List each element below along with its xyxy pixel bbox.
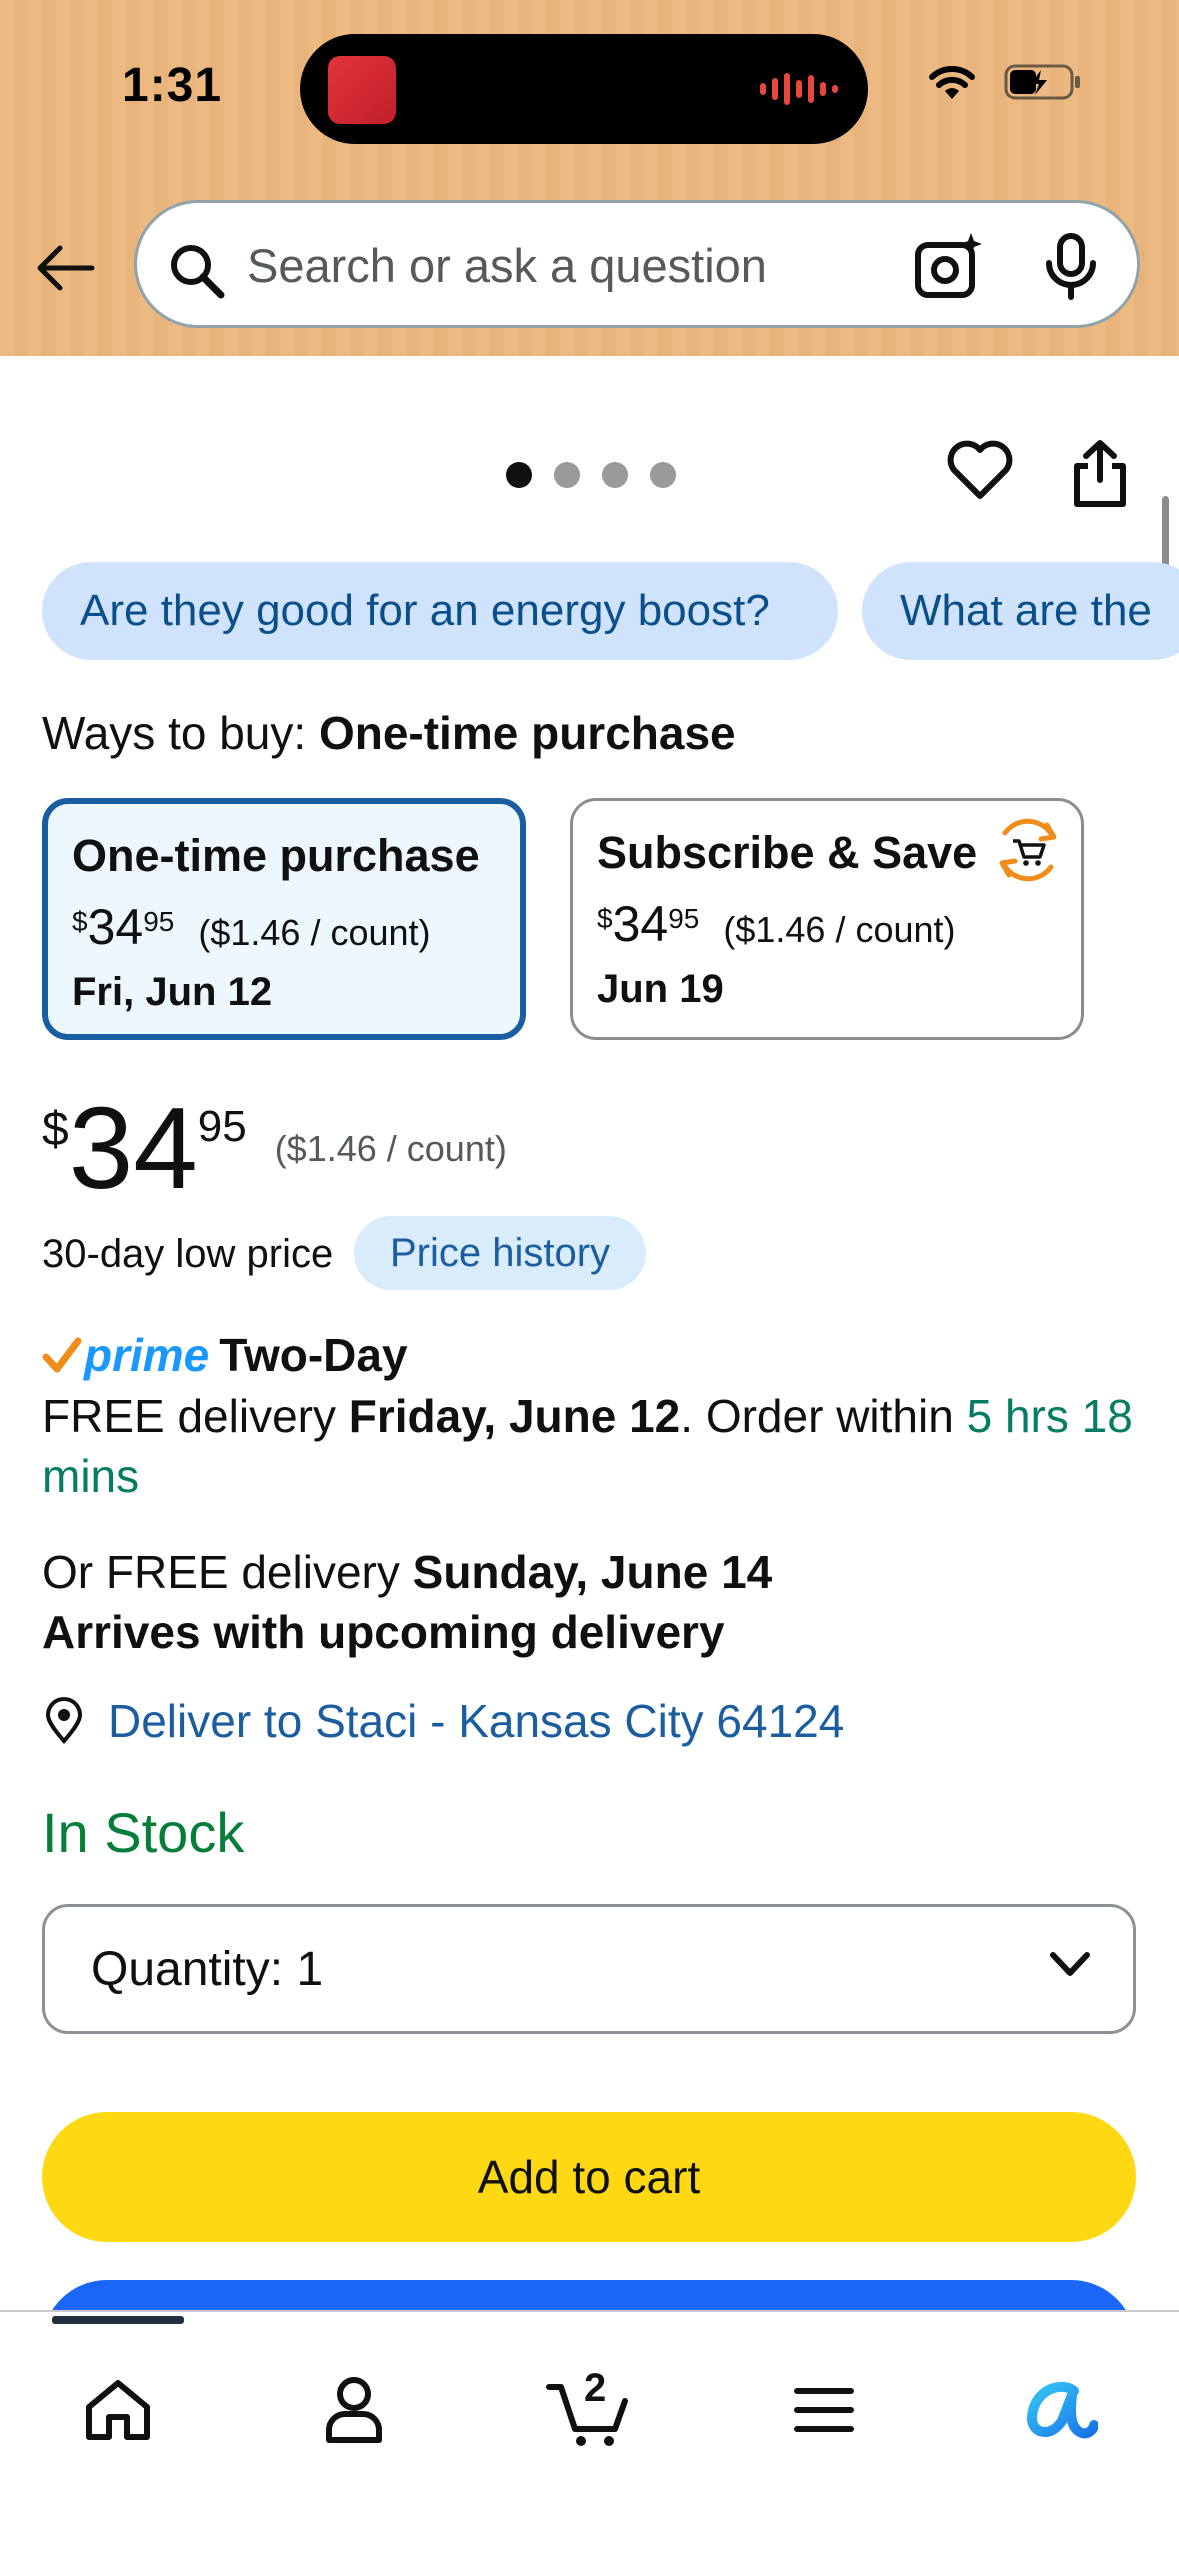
location-pin-icon — [45, 1697, 83, 1745]
unit-price: ($1.46 / count) — [198, 912, 431, 953]
price-fraction: 95 — [668, 903, 700, 934]
chevron-down-icon — [1050, 1952, 1090, 1976]
menu-icon — [794, 2388, 854, 2432]
nav-rufus-assistant[interactable] — [1010, 2360, 1110, 2460]
search-icon — [171, 245, 225, 299]
nav-home[interactable] — [68, 2360, 168, 2460]
price-whole: 34 — [68, 1083, 198, 1213]
price-currency: $ — [597, 903, 613, 934]
rufus-assistant-icon — [1027, 2382, 1098, 2439]
back-button[interactable] — [34, 236, 98, 300]
carousel-dot-active[interactable] — [506, 462, 532, 488]
ways-to-buy-selected: One-time purchase — [318, 707, 736, 759]
delivery-order-within: . Order within — [680, 1390, 967, 1442]
one-time-purchase-option[interactable]: One-time purchase $ 34 95 ($1.46 / count… — [42, 798, 526, 1040]
account-icon — [326, 2377, 382, 2443]
option-delivery-date: Jun 19 — [597, 967, 724, 1011]
now-playing-artwork — [328, 56, 396, 124]
nav-active-indicator — [52, 2316, 184, 2324]
nav-menu[interactable] — [774, 2360, 874, 2460]
header: 1:31 — [0, 0, 1179, 356]
primary-delivery-info: FREE delivery Friday, June 12. Order wit… — [42, 1386, 1142, 1506]
camera-lens-icon[interactable] — [913, 231, 985, 303]
image-carousel-dots[interactable] — [506, 462, 676, 488]
option-title: One-time purchase — [72, 830, 480, 881]
deliver-to-link[interactable]: Deliver to Staci - Kansas City 64124 — [42, 1694, 844, 1748]
stock-status: In Stock — [42, 1801, 245, 1864]
delivery-date: Friday, June 12 — [348, 1390, 681, 1442]
delivery-note: Arrives with upcoming delivery — [42, 1606, 725, 1658]
option-title: Subscribe & Save — [597, 827, 978, 878]
search-input[interactable] — [247, 229, 897, 301]
price-whole: 34 — [87, 899, 144, 955]
price-fraction: 95 — [143, 906, 175, 937]
subscribe-and-save-option[interactable]: Subscribe & Save $ 34 95 ($1.46 / count)… — [570, 798, 1084, 1040]
price-currency: $ — [72, 906, 88, 937]
bottom-navigation: 2 — [0, 2310, 1179, 2556]
unit-price: ($1.46 / count) — [723, 909, 956, 950]
quantity-selector[interactable]: Quantity: 1 — [42, 1904, 1136, 2034]
dynamic-island — [300, 34, 868, 144]
quantity-value: 1 — [296, 1942, 324, 1996]
ways-to-buy-label: Ways to buy: — [42, 707, 307, 759]
delivery-date: Sunday, June 14 — [412, 1546, 773, 1598]
cart-count-badge: 2 — [584, 2366, 607, 2410]
prime-badge: prime Two-Day — [42, 1328, 408, 1382]
ways-to-buy-heading: Ways to buy: One-time purchase — [42, 706, 736, 760]
search-bar[interactable] — [134, 200, 1140, 328]
product-price: $ 34 95 ($1.46 / count) — [42, 1083, 507, 1213]
suggestion-chip[interactable]: What are the — [862, 562, 1179, 660]
price-currency: $ — [42, 1103, 69, 1156]
unit-price: ($1.46 / count) — [274, 1128, 507, 1169]
deliver-to-address: Deliver to Staci - Kansas City 64124 — [108, 1695, 845, 1747]
share-icon[interactable] — [1072, 440, 1128, 508]
carousel-dot[interactable] — [650, 462, 676, 488]
option-price: $ 34 95 ($1.46 / count) — [597, 899, 956, 951]
suggestion-chip[interactable]: Are they good for an energy boost? — [42, 562, 838, 660]
option-price: $ 34 95 ($1.46 / count) — [72, 902, 431, 954]
heart-icon[interactable] — [946, 438, 1014, 502]
quantity-label: Quantity: — [91, 1942, 284, 1996]
add-to-cart-button[interactable]: Add to cart — [42, 2112, 1136, 2242]
back-arrow-icon — [37, 245, 95, 291]
audio-wave-icon — [760, 72, 838, 106]
prime-check-icon — [42, 1337, 82, 1373]
wifi-icon — [929, 66, 975, 99]
price-history-button[interactable]: Price history — [354, 1216, 647, 1290]
option-delivery-date: Fri, Jun 12 — [72, 970, 273, 1014]
delivery-prefix: FREE delivery — [42, 1390, 349, 1442]
delivery-prefix: Or FREE delivery — [42, 1546, 413, 1598]
delivery-speed: Two-Day — [219, 1329, 408, 1381]
nav-cart[interactable]: 2 — [538, 2360, 638, 2460]
carousel-dot[interactable] — [554, 462, 580, 488]
prime-logo-text: prime — [84, 1329, 210, 1381]
battery-charging-icon — [1004, 64, 1080, 100]
price-fraction: 95 — [197, 1102, 247, 1151]
carousel-dot[interactable] — [602, 462, 628, 488]
low-price-label: 30-day low price — [42, 1232, 334, 1276]
home-icon — [86, 2380, 150, 2440]
price-whole: 34 — [612, 896, 669, 952]
secondary-delivery-info: Or FREE delivery Sunday, June 14 Arrives… — [42, 1542, 1142, 1662]
subscribe-cart-icon — [999, 818, 1057, 882]
nav-account[interactable] — [304, 2360, 404, 2460]
microphone-icon[interactable] — [1043, 233, 1099, 301]
status-icons — [927, 62, 1083, 102]
status-time: 1:31 — [122, 59, 223, 112]
